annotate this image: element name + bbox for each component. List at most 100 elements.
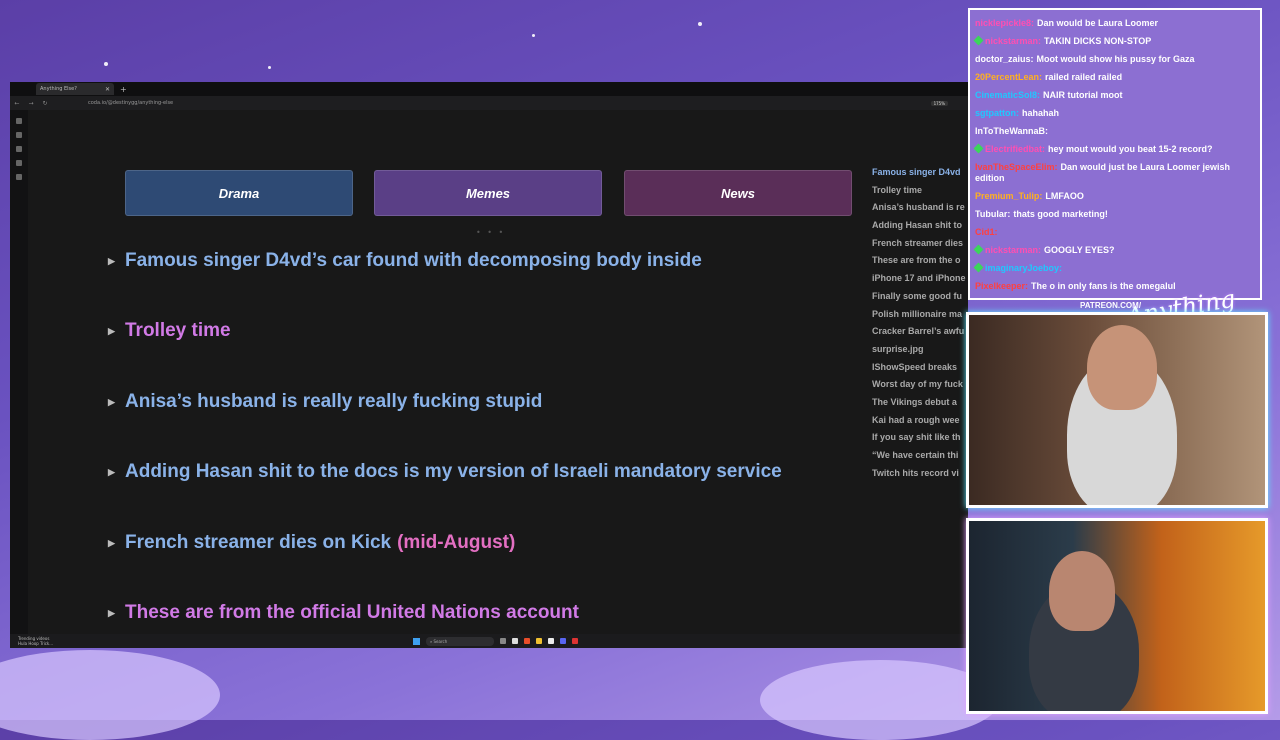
toc-item[interactable]: French streamer dies [872,235,968,253]
story-item[interactable]: ▶ French streamer dies on Kick (mid-Augu… [108,532,515,554]
expand-triangle-icon[interactable]: ▶ [108,608,125,619]
news-button[interactable]: News [624,170,852,216]
chat-message: nicklepickle8: Dan would be Laura Loomer [975,18,1255,29]
toc-item[interactable]: Trolley time [872,182,968,200]
taskbar-search[interactable]: ⌕ Search [426,636,494,646]
chat-message: sgtpatton: hahahah [975,108,1255,119]
sidebar-icon[interactable] [16,118,22,124]
expand-triangle-icon[interactable]: ▶ [108,256,125,267]
story-item[interactable]: ▶ Anisa’s husband is really really fucki… [108,391,542,413]
chat-message: CinematicSol8: NAIR tutorial moot [975,90,1255,101]
chat-username: nickstarman: [985,36,1042,46]
browser-tab[interactable]: Anything Else? ✕ [36,83,114,95]
chat-overlay: nicklepickle8: Dan would be Laura Loomer n… [968,8,1262,300]
chat-text: Dan would be Laura Loomer [1037,18,1159,28]
taskbar: Trending videos Hula Hoop Trick... ⌕ Sea… [10,634,968,648]
news-widget[interactable]: Trending videos Hula Hoop Trick... [18,636,78,646]
story-date: (mid-August) [397,532,516,553]
background-star [104,62,108,66]
chat-text: thats good marketing! [1013,209,1108,219]
drag-handle-icon[interactable]: • • • [476,228,505,237]
new-tab-icon[interactable]: + [120,85,127,94]
toc-item[interactable]: If you say shit like th [872,429,968,447]
expand-triangle-icon[interactable]: ▶ [108,538,125,549]
chat-message: 20PercentLean: railed railed railed [975,72,1255,83]
streamer-face [1087,325,1157,410]
toc-item[interactable]: Cracker Barrel’s awfu [872,323,968,341]
browser-sidebar [10,110,28,634]
chat-username: IvanTheSpaceElim: [975,162,1058,172]
story-item[interactable]: ▶ Adding Hasan shit to the docs is my ve… [108,461,782,483]
chat-message: imaginaryJoeboy: [973,262,1255,274]
chat-text: LMFAOO [1045,191,1084,201]
expand-triangle-icon[interactable]: ▶ [108,397,125,408]
expand-triangle-icon[interactable]: ▶ [108,467,125,478]
sidebar-icon[interactable] [16,146,22,152]
taskview-icon[interactable] [500,638,506,644]
webcam-bottom [966,518,1268,714]
search-label: Search [433,638,448,644]
toc-item[interactable]: Anisa’s husband is re [872,199,968,217]
toc-item[interactable]: Polish millionaire ma [872,306,968,324]
chat-text: Moot would show his pussy for Gaza [1036,54,1195,64]
chat-username: 20PercentLean: [975,72,1043,82]
toc-item[interactable]: The Vikings debut a [872,394,968,412]
story-item[interactable]: ▶ Famous singer D4vd’s car found with de… [108,250,702,272]
discord-icon[interactable] [560,638,566,644]
toc-item[interactable]: Twitch hits record vi [872,465,968,483]
toc-item[interactable]: These are from the o [872,252,968,270]
forward-icon[interactable]: → [24,100,38,107]
browser-window: Anything Else? ✕ + ← → ↻ coda.io/@destin… [10,82,968,648]
badge-icon [973,262,984,273]
story-title: Anisa’s husband is really really fucking… [125,391,543,412]
zoom-badge[interactable]: 175% [930,100,948,106]
story-item[interactable]: ▶ Trolley time [108,320,231,342]
background-star [268,66,271,69]
start-icon[interactable] [413,637,420,645]
document-page: Drama Memes News • • • ▶ Famous singer D… [28,110,968,634]
chat-text: GOOGLY EYES? [1044,245,1115,255]
app-icon[interactable] [548,638,554,644]
toc-item[interactable]: Finally some good fu [872,288,968,306]
memes-button[interactable]: Memes [374,170,602,216]
widget-subtitle: Hula Hoop Trick... [18,641,54,646]
chat-username: CinematicSol8: [975,90,1041,100]
background-cloud [0,650,220,740]
app-icon[interactable] [572,638,578,644]
webcam-top [966,312,1268,508]
chat-text: hahahah [1022,108,1060,118]
story-item[interactable]: ▶ These are from the official United Nat… [108,602,579,624]
reload-icon[interactable]: ↻ [38,100,52,107]
app-icon[interactable] [512,638,518,644]
browser-icon[interactable] [524,638,530,644]
toc-item[interactable]: “We have certain thi [872,447,968,465]
close-tab-icon[interactable]: ✕ [105,86,110,93]
folder-icon[interactable] [536,638,542,644]
guest-face [1049,551,1115,631]
history-icon[interactable] [16,160,22,166]
chat-username: nicklepickle8: [975,18,1035,28]
chat-username: Electrifiedbat: [985,144,1046,154]
bookmark-icon[interactable] [16,174,22,180]
toc-item[interactable]: Worst day of my fuck [872,376,968,394]
address-bar: ← → ↻ coda.io/@destinygg/anything-else 1… [10,96,968,110]
chat-text: The o in only fans is the omegalul [1031,281,1176,291]
toc-item[interactable]: Adding Hasan shit to [872,217,968,235]
chat-message: Tubular: thats good marketing! [975,209,1255,220]
toc-item[interactable]: Kai had a rough wee [872,412,968,430]
story-title: Famous singer D4vd’s car found with deco… [125,250,702,271]
chat-username: sgtpatton: [975,108,1019,118]
toc-item[interactable]: iPhone 17 and iPhone [872,270,968,288]
toc-item[interactable]: surprise.jpg [872,341,968,359]
sidebar-icon[interactable] [16,132,22,138]
expand-triangle-icon[interactable]: ▶ [108,326,125,337]
background-cloud [760,660,1000,740]
badge-icon [973,143,984,154]
toc-item[interactable]: Famous singer D4vd [872,164,968,182]
drama-button[interactable]: Drama [125,170,353,216]
background-star [532,34,535,37]
back-icon[interactable]: ← [10,100,24,107]
url-field[interactable]: coda.io/@destinygg/anything-else [88,100,931,106]
toc-item[interactable]: IShowSpeed breaks [872,359,968,377]
chat-message: InToTheWannaB: [975,126,1255,137]
